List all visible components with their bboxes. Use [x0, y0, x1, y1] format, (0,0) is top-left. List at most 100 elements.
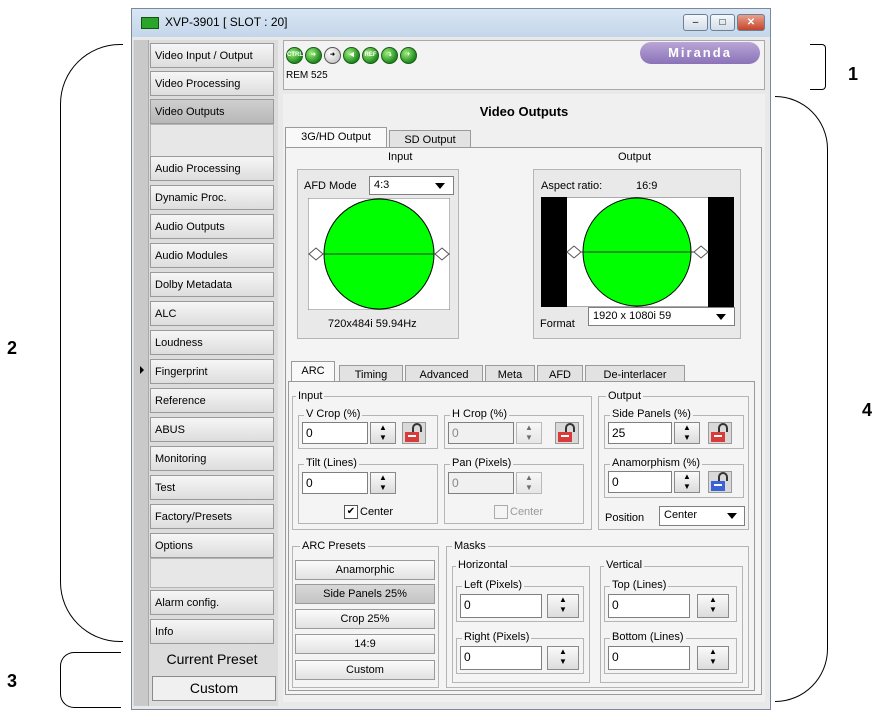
spin-up-icon[interactable]: ▲ [698, 647, 728, 657]
pan-field[interactable]: 0 [448, 472, 514, 494]
sidebar-item-dynamic-proc[interactable]: Dynamic Proc. [150, 185, 274, 210]
side-panels-stepper[interactable]: ▲ ▼ [674, 422, 700, 444]
center-checkbox[interactable]: ✔ [344, 505, 358, 519]
spin-down-icon[interactable]: ▼ [371, 433, 395, 443]
tab-arc[interactable]: ARC [291, 361, 335, 382]
h-crop-field[interactable]: 0 [448, 422, 514, 444]
sidebar-item-abus[interactable]: ABUS [150, 417, 274, 442]
sidebar-item-options[interactable]: Options [150, 533, 274, 558]
side-panels-field[interactable]: 25 [608, 422, 672, 444]
spin-down-icon[interactable]: ▼ [698, 657, 728, 667]
spin-down-icon[interactable]: ▼ [548, 657, 578, 667]
arc-output-group-title: Output [606, 390, 644, 402]
right-pixels-field[interactable]: 0 [460, 646, 542, 670]
sidebar-item-video-input-output[interactable]: Video Input / Output [150, 43, 274, 68]
sidebar-item-loudness[interactable]: Loudness [150, 330, 274, 355]
tilt-field[interactable]: 0 [302, 472, 368, 494]
sidebar-item-info[interactable]: Info [150, 619, 274, 644]
maximize-button[interactable]: □ [710, 14, 735, 31]
callout-4: 4 [862, 400, 873, 420]
spin-up-icon[interactable]: ▲ [675, 423, 699, 433]
h-crop-stepper[interactable]: ▲ ▼ [516, 422, 542, 444]
ctrl-icon[interactable]: CTRL [286, 47, 303, 64]
sidebar-item-factory-presets[interactable]: Factory/Presets [150, 504, 274, 529]
arrow-right-icon[interactable]: ➜ [324, 47, 341, 64]
spin-up-icon[interactable]: ▲ [698, 595, 728, 605]
afd-mode-select[interactable]: 4:3 [369, 176, 454, 195]
spin-up-icon[interactable]: ▲ [675, 472, 699, 482]
sidebar-arrow-icon [140, 366, 144, 374]
anamorphism-stepper[interactable]: ▲ ▼ [674, 471, 700, 493]
anamorphism-lock-icon[interactable] [708, 471, 732, 493]
sidebar-item-dolby-metadata[interactable]: Dolby Metadata [150, 272, 274, 297]
side-panels-lock-icon[interactable] [708, 422, 732, 444]
sidebar-item-alc[interactable]: ALC [150, 301, 274, 326]
spin-up-icon[interactable]: ▲ [371, 423, 395, 433]
position-value: Center [664, 509, 698, 521]
left-pixels-field[interactable]: 0 [460, 594, 542, 618]
close-button[interactable]: ✕ [737, 14, 765, 31]
preset-side-panels-button[interactable]: Side Panels 25% [295, 584, 435, 604]
v-crop-field[interactable]: 0 [302, 422, 368, 444]
pan-stepper[interactable]: ▲ ▼ [516, 472, 542, 494]
preset-custom-button[interactable]: Custom [295, 660, 435, 680]
v-crop-lock-icon[interactable] [402, 422, 426, 444]
preset-crop-button[interactable]: Crop 25% [295, 609, 435, 629]
arrow-right-icon[interactable]: ➜ [305, 47, 322, 64]
spin-down-icon[interactable]: ▼ [698, 605, 728, 615]
v-crop-stepper[interactable]: ▲ ▼ [370, 422, 396, 444]
anamorphism-field[interactable]: 0 [608, 471, 672, 493]
tilt-stepper[interactable]: ▲ ▼ [370, 472, 396, 494]
sidebar-item-audio-outputs[interactable]: Audio Outputs [150, 214, 274, 239]
left-pixels-stepper[interactable]: ▲ ▼ [547, 594, 579, 618]
arrow-down-icon[interactable]: ↴ [381, 47, 398, 64]
sidebar-item-reference[interactable]: Reference [150, 388, 274, 413]
sidebar-item-monitoring[interactable]: Monitoring [150, 446, 274, 471]
side-panels-label: Side Panels (%) [610, 408, 693, 420]
center-checkbox-disabled[interactable] [494, 505, 508, 519]
tab-3g-hd-output[interactable]: 3G/HD Output [285, 127, 387, 148]
spin-down-icon[interactable]: ▼ [675, 433, 699, 443]
sidebar-item-video-outputs[interactable]: Video Outputs [150, 99, 274, 124]
masks-horizontal-title: Horizontal [456, 559, 510, 571]
anamorphism-label: Anamorphism (%) [610, 457, 703, 469]
ref-icon[interactable]: REF [362, 47, 379, 64]
speaker-icon[interactable]: ◀ [343, 47, 360, 64]
minimize-button[interactable]: – [683, 14, 708, 31]
position-label: Position [605, 512, 645, 524]
spin-down-icon[interactable]: ▼ [517, 483, 541, 493]
position-select[interactable]: Center [659, 506, 745, 526]
bottom-lines-field[interactable]: 0 [608, 646, 690, 670]
spin-down-icon[interactable]: ▼ [548, 605, 578, 615]
spin-up-icon[interactable]: ▲ [371, 473, 395, 483]
sidebar-item-alarm-config[interactable]: Alarm config. [150, 590, 274, 615]
sidebar-item-test[interactable]: Test [150, 475, 274, 500]
sidebar-item-fingerprint[interactable]: Fingerprint [150, 359, 274, 384]
right-pixels-stepper[interactable]: ▲ ▼ [547, 646, 579, 670]
spin-up-icon[interactable]: ▲ [548, 647, 578, 657]
callout-3: 3 [7, 671, 18, 691]
tilt-label: Tilt (Lines) [304, 457, 359, 469]
spin-up-icon[interactable]: ▲ [517, 473, 541, 483]
spin-down-icon[interactable]: ▼ [371, 483, 395, 493]
callout-brace-4 [775, 96, 828, 702]
bottom-lines-stepper[interactable]: ▲ ▼ [697, 646, 729, 670]
top-lines-stepper[interactable]: ▲ ▼ [697, 594, 729, 618]
top-lines-field[interactable]: 0 [608, 594, 690, 618]
spin-down-icon[interactable]: ▼ [517, 433, 541, 443]
input-preview-image [308, 198, 450, 310]
aspect-ratio-label: Aspect ratio: [541, 180, 603, 192]
plus-icon[interactable]: + [400, 47, 417, 64]
sidebar-item-video-processing[interactable]: Video Processing [150, 71, 274, 96]
spin-down-icon[interactable]: ▼ [675, 482, 699, 492]
spin-up-icon[interactable]: ▲ [548, 595, 578, 605]
spin-up-icon[interactable]: ▲ [517, 423, 541, 433]
h-crop-lock-icon[interactable] [555, 422, 579, 444]
sidebar-item-audio-modules[interactable]: Audio Modules [150, 243, 274, 268]
sidebar-item-audio-processing[interactable]: Audio Processing [150, 156, 274, 181]
masks-vertical-title: Vertical [604, 559, 645, 571]
current-preset-value[interactable]: Custom [152, 676, 276, 701]
preset-anamorphic-button[interactable]: Anamorphic [295, 560, 435, 580]
format-select[interactable]: 1920 x 1080i 59 [588, 307, 735, 326]
preset-14-9-button[interactable]: 14:9 [295, 634, 435, 654]
